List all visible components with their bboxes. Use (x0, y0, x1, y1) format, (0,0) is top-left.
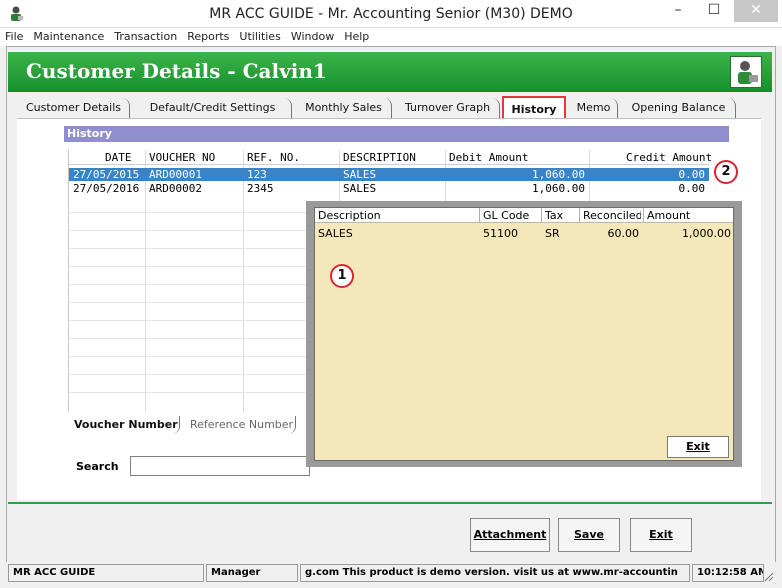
col-header-ref[interactable]: REF. NO. (247, 151, 300, 164)
history-section-label: History (64, 126, 729, 142)
search-input[interactable] (130, 456, 310, 476)
col-header-credit[interactable]: Credit Amount (626, 151, 712, 164)
popup-col-glcode[interactable]: GL Code (483, 209, 529, 222)
header-band: Customer Details - Calvin1 (8, 52, 772, 92)
close-button[interactable]: ✕ (734, 0, 778, 22)
page-title: Customer Details - Calvin1 (26, 59, 327, 83)
popup-grid-header: Description GL Code Tax Reconciled Amoun… (315, 208, 733, 223)
tab-strip: Customer Details Default/Credit Settings… (18, 96, 758, 120)
exit-label: Exit (649, 528, 673, 541)
col-header-voucher[interactable]: VOUCHER NO (149, 151, 215, 164)
menu-utilities[interactable]: Utilities (234, 28, 285, 43)
annotation-badge-2: 2 (714, 160, 738, 184)
tab-history[interactable]: History (502, 96, 566, 120)
popup-exit-button[interactable]: Exit (667, 436, 729, 458)
tab-opening-balance[interactable]: Opening Balance (622, 98, 736, 118)
popup-col-tax[interactable]: Tax (545, 209, 563, 222)
popup-cell-reconciled: 60.00 (607, 227, 640, 240)
popup-column-divider (643, 208, 644, 223)
col-header-debit[interactable]: Debit Amount (449, 151, 528, 164)
popup-column-divider (541, 208, 542, 223)
resize-grip-icon[interactable] (764, 572, 774, 582)
grid-header: DATE VOUCHER NO REF. NO. DESCRIPTION Deb… (69, 150, 712, 165)
cell-voucher: ARD00002 (149, 182, 202, 195)
voucher-detail-popup: Description GL Code Tax Reconciled Amoun… (306, 201, 742, 467)
menu-window[interactable]: Window (286, 28, 339, 43)
status-bar: MR ACC GUIDE Manager g.com This product … (6, 562, 776, 584)
menu-bar: File Maintenance Transaction Reports Utiliti… (0, 28, 782, 46)
cell-debit: 1,060.00 (532, 182, 585, 195)
cell-description: SALES (343, 168, 377, 181)
status-message: g.com This product is demo version. visi… (300, 564, 690, 582)
tab-memo[interactable]: Memo (570, 98, 618, 118)
popup-cell-amount: 1,000.00 (682, 227, 731, 240)
status-user: Manager (206, 564, 298, 582)
customer-icon (730, 56, 762, 88)
minimize-button[interactable]: – (664, 0, 692, 22)
attachment-label: Attachment (473, 528, 547, 541)
table-row[interactable]: 27/05/2016 ARD00002 2345 SALES 1,060.00 … (69, 182, 709, 195)
annotation-badge-1: 1 (330, 264, 354, 288)
table-row[interactable]: 27/05/2015 ARD00001 123 SALES 1,060.00 0… (69, 168, 709, 181)
cell-debit: 1,060.00 (532, 168, 585, 181)
tab-monthly-sales[interactable]: Monthly Sales (296, 98, 392, 118)
tab-customer-details[interactable]: Customer Details (18, 98, 130, 118)
cell-credit: 0.00 (678, 168, 706, 181)
menu-help[interactable]: Help (339, 28, 374, 43)
tab-turnover-graph[interactable]: Turnover Graph (396, 98, 500, 118)
tab-voucher-number[interactable]: Voucher Number (68, 416, 180, 434)
popup-column-divider (579, 208, 580, 223)
col-header-date[interactable]: DATE (105, 151, 132, 164)
status-time: 10:12:58 AM (692, 564, 764, 582)
cell-date: 27/05/2016 (73, 182, 140, 195)
popup-cell-tax: SR (545, 227, 560, 240)
popup-cell-glcode: 51100 (483, 227, 518, 240)
cell-ref: 123 (247, 168, 267, 181)
menu-transaction[interactable]: Transaction (109, 28, 182, 43)
cell-date: 27/05/2015 (73, 168, 140, 181)
popup-exit-label: Exit (686, 440, 710, 453)
voucher-detail-grid[interactable]: Description GL Code Tax Reconciled Amoun… (314, 207, 734, 461)
title-bar: MR ACC GUIDE - Mr. Accounting Senior (M3… (0, 0, 782, 28)
col-header-description[interactable]: DESCRIPTION (343, 151, 416, 164)
tab-reference-number[interactable]: Reference Number (184, 416, 296, 434)
menu-reports[interactable]: Reports (182, 28, 234, 43)
menu-maintenance[interactable]: Maintenance (28, 28, 109, 43)
popup-col-reconciled[interactable]: Reconciled (583, 209, 641, 222)
status-app: MR ACC GUIDE (8, 564, 204, 582)
popup-col-amount[interactable]: Amount (647, 209, 690, 222)
popup-column-divider (479, 208, 480, 223)
attachment-button[interactable]: Attachment (470, 518, 550, 552)
tab-default-credit-settings[interactable]: Default/Credit Settings (134, 98, 292, 118)
save-label: Save (574, 528, 604, 541)
cell-voucher: ARD00001 (149, 168, 202, 181)
maximize-button[interactable]: ☐ (700, 0, 728, 22)
menu-file[interactable]: File (0, 28, 28, 43)
save-button[interactable]: Save (558, 518, 620, 552)
cell-credit: 0.00 (678, 182, 706, 195)
popup-col-description[interactable]: Description (318, 209, 381, 222)
popup-cell-description: SALES (318, 227, 353, 240)
divider-line (8, 502, 772, 504)
exit-button[interactable]: Exit (630, 518, 692, 552)
cell-ref: 2345 (247, 182, 274, 195)
cell-description: SALES (343, 182, 377, 195)
search-label: Search (76, 460, 119, 473)
